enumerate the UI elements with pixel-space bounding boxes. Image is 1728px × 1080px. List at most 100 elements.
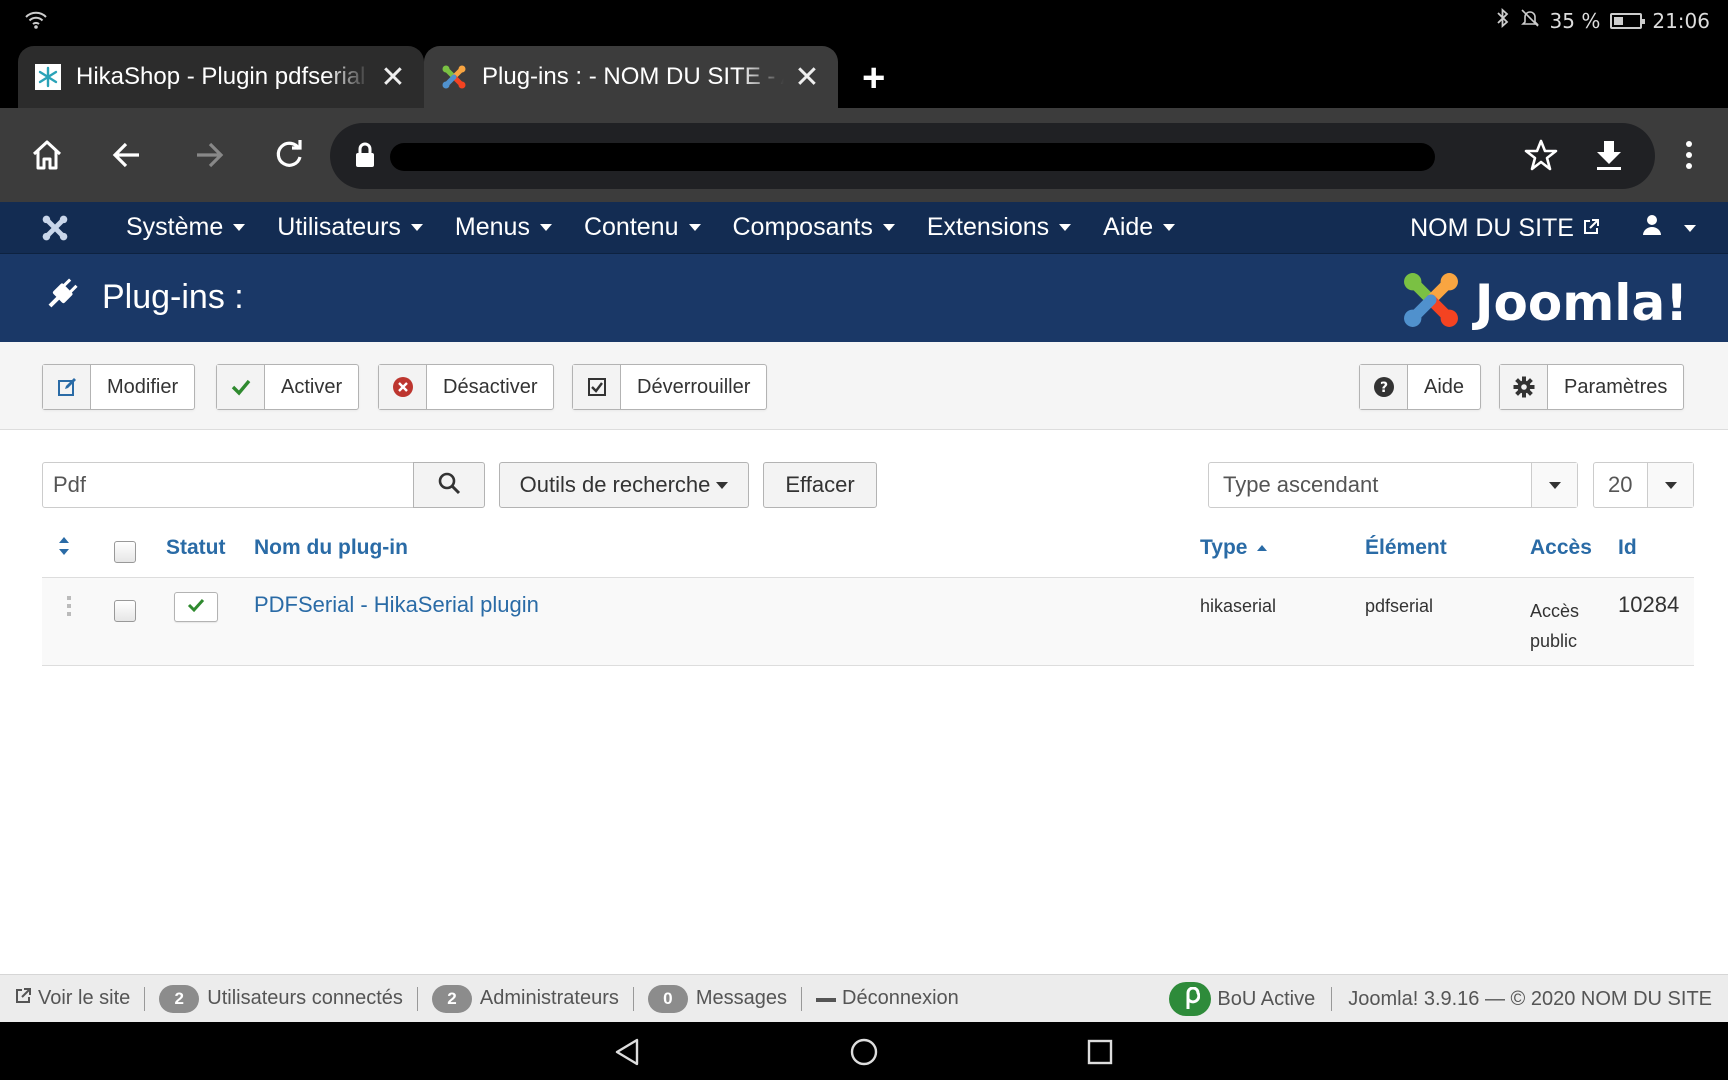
ordering-select[interactable]: Type ascendant — [1208, 462, 1578, 508]
action-toolbar: Modifier Activer Désactiver Déverrouille… — [0, 342, 1728, 430]
admins-count-badge: 2 — [431, 984, 472, 1013]
back-arrow-icon[interactable] — [104, 132, 150, 178]
browser-tab-plugins[interactable]: Plug-ins : - NOM DU SITE - A ✕ — [424, 46, 838, 108]
back-triangle-icon[interactable] — [610, 1034, 646, 1070]
search-input[interactable]: Pdf — [42, 462, 414, 508]
drag-handle-icon[interactable] — [66, 596, 72, 623]
plugin-name-link[interactable]: PDFSerial - HikaSerial plugin — [254, 592, 539, 618]
view-site-link[interactable]: Voir le site — [0, 986, 146, 1011]
home-circle-icon[interactable] — [846, 1034, 882, 1070]
column-status[interactable]: Statut — [166, 536, 226, 560]
disable-button[interactable]: Désactiver — [378, 364, 555, 410]
plugin-type: hikaserial — [1200, 596, 1277, 616]
gear-icon — [1500, 365, 1548, 409]
search-button[interactable] — [413, 462, 485, 508]
download-icon[interactable] — [1586, 132, 1632, 178]
forward-arrow-icon[interactable] — [186, 132, 232, 178]
wifi-icon — [24, 10, 48, 36]
menu-help[interactable]: Aide — [1087, 202, 1191, 254]
external-link-icon — [14, 987, 32, 1011]
column-name[interactable]: Nom du plug-in — [254, 536, 408, 560]
column-id[interactable]: Id — [1618, 536, 1637, 560]
mute-bell-icon — [1520, 8, 1540, 33]
menu-extensions[interactable]: Extensions — [911, 202, 1087, 254]
admins-link[interactable]: 2 Administrateurs — [418, 984, 634, 1013]
online-users-link[interactable]: 2 Utilisateurs connectés — [145, 984, 418, 1013]
plugin-access: Accès public — [1530, 601, 1580, 651]
column-access[interactable]: Accès — [1530, 536, 1592, 560]
messages-link[interactable]: 0 Messages — [634, 984, 803, 1013]
search-tools-button[interactable]: Outils de recherche — [499, 462, 749, 508]
select-all-checkbox[interactable] — [114, 541, 136, 563]
recents-square-icon[interactable] — [1082, 1034, 1118, 1070]
joomla-logo: Joomla! — [1399, 268, 1688, 337]
browser-toolbar — [0, 108, 1728, 202]
user-icon — [1642, 214, 1662, 243]
search-icon — [437, 471, 461, 500]
reload-icon[interactable] — [266, 132, 312, 178]
admin-status-footer: Voir le site 2 Utilisateurs connectés 2 … — [0, 974, 1728, 1022]
edit-icon — [43, 365, 91, 409]
menu-content[interactable]: Contenu — [568, 202, 717, 254]
user-menu[interactable] — [1642, 202, 1696, 254]
checkbox-checked-icon — [573, 365, 621, 409]
joomla-wordmark: Joomla! — [1474, 273, 1688, 332]
status-toggle-button[interactable] — [174, 592, 218, 622]
version-copyright: Joomla! 3.9.16 — © 2020 NOM DU SITE — [1348, 987, 1712, 1010]
admin-main-menu: Système Utilisateurs Menus Contenu Compo… — [0, 202, 1728, 254]
options-button[interactable]: Paramètres — [1499, 364, 1685, 410]
battery-icon — [1610, 12, 1646, 29]
page-header: Plug-ins : Joomla! — [0, 254, 1728, 342]
system-status-bar: 35 % 21:06 — [0, 0, 1728, 42]
joomla-favicon-icon — [440, 63, 468, 91]
logout-link[interactable]: Déconnexion — [802, 987, 973, 1011]
menu-system[interactable]: Système — [110, 202, 261, 254]
check-icon — [187, 597, 205, 618]
menu-components[interactable]: Composants — [717, 202, 911, 254]
list-limit-select[interactable]: 20 — [1593, 462, 1694, 508]
close-tab-icon[interactable]: ✕ — [792, 60, 822, 95]
battery-percent: 35 % — [1549, 8, 1601, 33]
tab-title: Plug-ins : - NOM DU SITE - A — [482, 63, 784, 90]
home-icon[interactable] — [24, 132, 70, 178]
clear-button[interactable]: Effacer — [763, 462, 877, 508]
cancel-circle-icon — [379, 365, 427, 409]
page-title: Plug-ins : — [102, 278, 244, 316]
sort-ascending-icon — [1257, 545, 1268, 552]
bluetooth-icon — [1496, 7, 1510, 33]
bookmark-star-icon[interactable] — [1518, 132, 1564, 178]
more-menu-icon[interactable] — [1666, 132, 1712, 178]
edit-button[interactable]: Modifier — [42, 364, 196, 410]
bou-status[interactable]: BoU Active — [1153, 982, 1333, 1016]
column-element[interactable]: Élément — [1365, 536, 1447, 560]
close-tab-icon[interactable]: ✕ — [378, 60, 408, 95]
url-text-redacted[interactable] — [390, 143, 1435, 171]
messages-count-badge: 0 — [647, 984, 688, 1013]
question-circle-icon: ? — [1360, 365, 1408, 409]
menu-menus[interactable]: Menus — [439, 202, 568, 254]
site-name-link[interactable]: NOM DU SITE — [1410, 202, 1600, 254]
bou-leaf-icon — [1169, 982, 1212, 1016]
plug-icon — [42, 274, 82, 319]
browser-tab-hikashop[interactable]: HikaShop - Plugin pdfserial - ✕ — [18, 46, 424, 108]
browser-tab-strip: HikaShop - Plugin pdfserial - ✕ Plug-ins… — [0, 42, 1728, 108]
chevron-down-icon — [1531, 463, 1577, 507]
new-tab-icon[interactable]: + — [862, 56, 885, 101]
svg-text:?: ? — [1379, 380, 1387, 396]
address-bar[interactable] — [330, 123, 1655, 189]
chevron-down-icon — [1647, 463, 1693, 507]
check-icon — [217, 365, 265, 409]
help-button[interactable]: ? Aide — [1359, 364, 1482, 410]
hikashop-favicon-icon — [34, 63, 62, 91]
menu-users[interactable]: Utilisateurs — [261, 202, 439, 254]
lock-icon[interactable] — [354, 141, 376, 174]
row-checkbox[interactable] — [114, 600, 136, 622]
minus-icon — [816, 987, 837, 1010]
checkin-button[interactable]: Déverrouiller — [572, 364, 768, 410]
sort-order-icon[interactable] — [58, 536, 70, 562]
enable-button[interactable]: Activer — [216, 364, 360, 410]
joomla-menu-logo-icon[interactable] — [0, 202, 110, 254]
users-count-badge: 2 — [159, 984, 200, 1013]
plugins-list: Pdf Outils de recherche Effacer Type asc… — [0, 430, 1728, 974]
column-type[interactable]: Type — [1200, 536, 1268, 560]
